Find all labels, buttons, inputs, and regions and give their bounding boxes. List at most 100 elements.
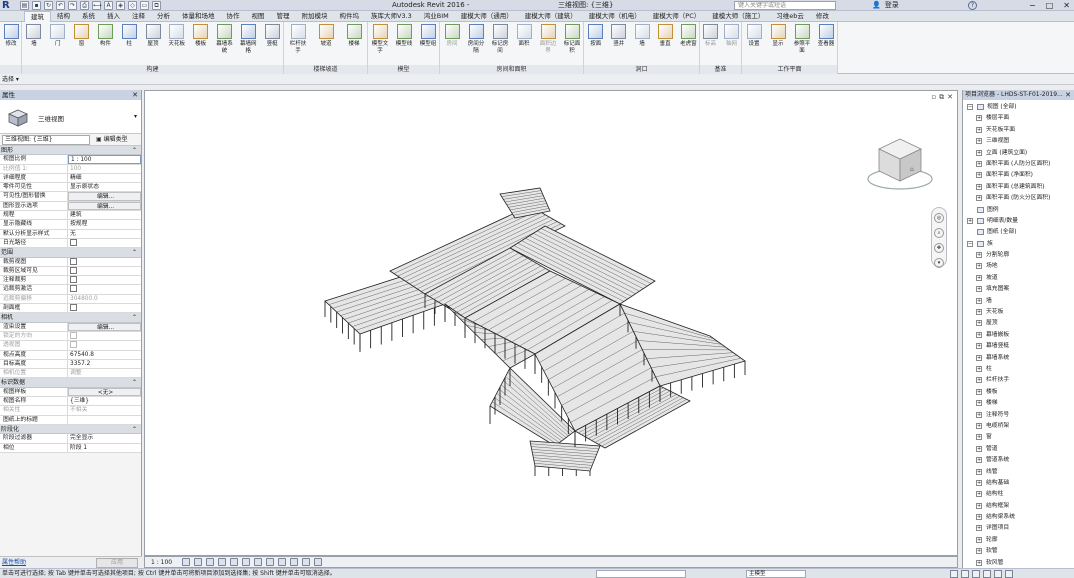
ribbon-button-1-0[interactable]: 墙 <box>25 24 43 64</box>
property-edit-button[interactable]: <无> <box>68 387 141 397</box>
browser-tree-item[interactable]: + 幕墙系统 <box>963 353 1074 364</box>
browser-tree-item[interactable]: + 面积平面 (防火分区面积) <box>963 193 1074 204</box>
expand-icon[interactable]: + <box>976 536 982 543</box>
drag-elements-icon[interactable] <box>994 570 1002 578</box>
browser-tree-item[interactable]: + 栏杆扶手 <box>963 375 1074 386</box>
temporary-hide-icon[interactable] <box>278 558 287 566</box>
ribbon-button-4-3[interactable]: 面积 <box>515 24 533 64</box>
ribbon-button-5-3[interactable]: 垂直 <box>656 24 674 64</box>
property-value[interactable]: 阶段 1 <box>68 444 141 452</box>
expand-icon[interactable]: + <box>976 411 982 418</box>
properties-help-link[interactable]: 属性帮助 <box>2 558 26 568</box>
expand-icon[interactable]: + <box>967 217 973 224</box>
reveal-hidden-icon[interactable] <box>290 558 299 566</box>
visual-style-icon[interactable] <box>194 558 203 566</box>
ribbon-button-1-1[interactable]: 门 <box>49 24 67 64</box>
ribbon-button-4-4[interactable]: 面积边界 <box>539 24 557 64</box>
building-3d-model[interactable] <box>315 186 775 476</box>
expand-icon[interactable]: + <box>976 263 982 270</box>
expand-icon[interactable]: + <box>976 422 982 429</box>
expand-icon[interactable]: + <box>976 445 982 452</box>
browser-tree-item[interactable]: + 楼梯 <box>963 398 1074 409</box>
print-icon[interactable]: ⎙ <box>80 1 89 10</box>
property-edit-button[interactable]: 编辑... <box>68 201 141 211</box>
browser-tree-item[interactable]: − 视图 (全部) <box>963 102 1074 113</box>
property-value[interactable]: 1 : 100 <box>68 155 141 164</box>
expand-icon[interactable]: + <box>976 502 982 509</box>
tab-8[interactable]: 视图 <box>246 11 271 22</box>
expand-icon[interactable]: + <box>976 126 982 133</box>
collapse-icon[interactable]: ⌃ <box>132 425 137 434</box>
undo-icon[interactable]: ↶ <box>56 1 65 10</box>
checkbox-icon[interactable] <box>70 257 77 265</box>
property-value[interactable]: 67540.8 <box>68 351 141 359</box>
user-area[interactable]: 👤 登录 <box>872 0 899 11</box>
ribbon-button-4-0[interactable]: 房间 <box>443 24 461 64</box>
expand-icon[interactable]: + <box>976 252 982 259</box>
property-group-header[interactable]: 阶段化 ⌃ <box>0 424 141 435</box>
tab-15[interactable]: 建模大师（建筑） <box>519 11 583 22</box>
browser-tree-item[interactable]: + 坡道 <box>963 273 1074 284</box>
checkbox-icon[interactable] <box>70 276 77 284</box>
ribbon-button-1-7[interactable]: 楼板 <box>192 24 210 64</box>
redo-icon[interactable]: ↷ <box>68 1 77 10</box>
ribbon-button-2-1[interactable]: 坡道 <box>317 24 335 64</box>
revit-logo-icon[interactable]: R <box>2 0 16 11</box>
tab-0[interactable]: 建筑 <box>24 11 51 22</box>
collapse-icon[interactable]: − <box>967 240 973 247</box>
checkbox-icon[interactable] <box>70 285 77 293</box>
expand-icon[interactable]: + <box>976 377 982 384</box>
property-value[interactable]: 精细 <box>68 174 141 182</box>
expand-icon[interactable]: + <box>976 514 982 521</box>
open-icon[interactable]: ▤ <box>20 1 29 10</box>
floor-slab[interactable] <box>529 440 601 472</box>
filter-icon[interactable] <box>1005 570 1013 578</box>
workset-selector[interactable] <box>596 570 686 578</box>
ribbon-button-1-4[interactable]: 柱 <box>120 24 138 64</box>
browser-tree-item[interactable]: + 软管 <box>963 546 1074 557</box>
tab-17[interactable]: 建模大师（PC） <box>647 11 706 22</box>
property-checkbox[interactable] <box>68 285 141 293</box>
close-icon[interactable]: ✕ <box>1063 0 1070 11</box>
expand-icon[interactable]: + <box>976 115 982 122</box>
browser-tree-item[interactable]: + 面积平面 (总建筑面积) <box>963 182 1074 193</box>
detail-level-icon[interactable] <box>182 558 191 566</box>
expand-icon[interactable]: + <box>976 525 982 532</box>
ribbon-button-3-1[interactable]: 模型线 <box>395 24 413 64</box>
browser-tree-item[interactable]: + 结构梁系统 <box>963 512 1074 523</box>
close-icon[interactable]: ✕ <box>1065 90 1071 100</box>
tab-16[interactable]: 建模大师（机电） <box>583 11 647 22</box>
browser-tree-item[interactable]: 图纸 (全部) <box>963 227 1074 238</box>
minimize-icon[interactable]: − <box>1029 0 1036 11</box>
save-icon[interactable]: ▪ <box>32 1 41 10</box>
expand-icon[interactable]: + <box>976 354 982 361</box>
browser-tree-item[interactable]: 图例 <box>963 205 1074 216</box>
browser-tree-item[interactable]: + 注释符号 <box>963 410 1074 421</box>
browser-tree-item[interactable]: + 楼层平面 <box>963 113 1074 124</box>
select-underlay-icon[interactable] <box>961 570 969 578</box>
ribbon-button-3-0[interactable]: 模型文字 <box>371 24 389 64</box>
minimize-icon[interactable]: ▫ <box>931 93 936 102</box>
apply-button[interactable]: 应用 <box>96 558 138 568</box>
collapse-icon[interactable]: − <box>967 104 973 110</box>
browser-tree-item[interactable]: + 楼板 <box>963 387 1074 398</box>
expand-icon[interactable]: + <box>976 457 982 464</box>
text-icon[interactable]: A <box>104 1 113 10</box>
expand-icon[interactable]: + <box>976 388 982 395</box>
browser-tree-item[interactable]: + 立面 (建筑立面) <box>963 148 1074 159</box>
browser-tree-item[interactable]: + 线管 <box>963 467 1074 478</box>
ribbon-button-1-5[interactable]: 屋顶 <box>144 24 162 64</box>
property-group-header[interactable]: 范围 ⌃ <box>0 248 141 258</box>
property-edit-button[interactable]: 编辑... <box>68 322 141 331</box>
search-input[interactable]: 键入关键字或短语 <box>734 1 836 10</box>
close-hidden-icon[interactable]: ▭ <box>140 1 149 10</box>
property-value[interactable]: 3357.2 <box>68 360 141 368</box>
tab-20[interactable]: 修改 <box>810 11 835 22</box>
ribbon-button-5-4[interactable]: 老虎窗 <box>679 24 697 64</box>
property-checkbox[interactable] <box>68 304 141 312</box>
checkbox-icon[interactable] <box>70 266 77 274</box>
property-value[interactable]: 无 <box>68 230 141 238</box>
expand-icon[interactable]: + <box>976 320 982 327</box>
property-checkbox[interactable] <box>68 276 141 284</box>
zoom-icon[interactable]: ⌕ <box>934 228 944 238</box>
